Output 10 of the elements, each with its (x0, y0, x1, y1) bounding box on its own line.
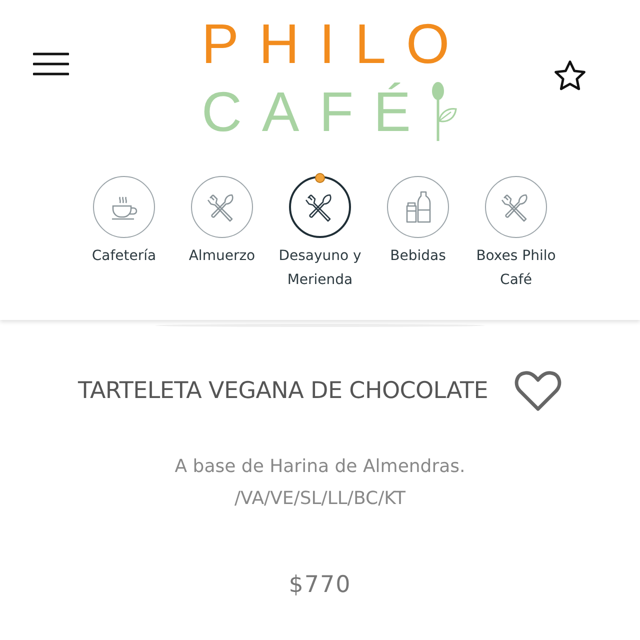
spoon-leaf-icon (430, 81, 457, 143)
heart-icon[interactable] (514, 369, 562, 413)
selected-dot (315, 173, 325, 183)
menu-icon[interactable] (33, 52, 69, 76)
product-description: A base de Harina de Almendras. /VA/VE/SL/LL/BC/KT (174, 455, 466, 511)
product-price: $770 (288, 572, 352, 598)
logo-text: PHILO (201, 11, 470, 77)
logo-text: CAFÉ (201, 79, 431, 145)
product-name: TARTELETA VEGANA DE CHOCOLATE (78, 378, 488, 404)
category-button[interactable] (289, 176, 351, 238)
